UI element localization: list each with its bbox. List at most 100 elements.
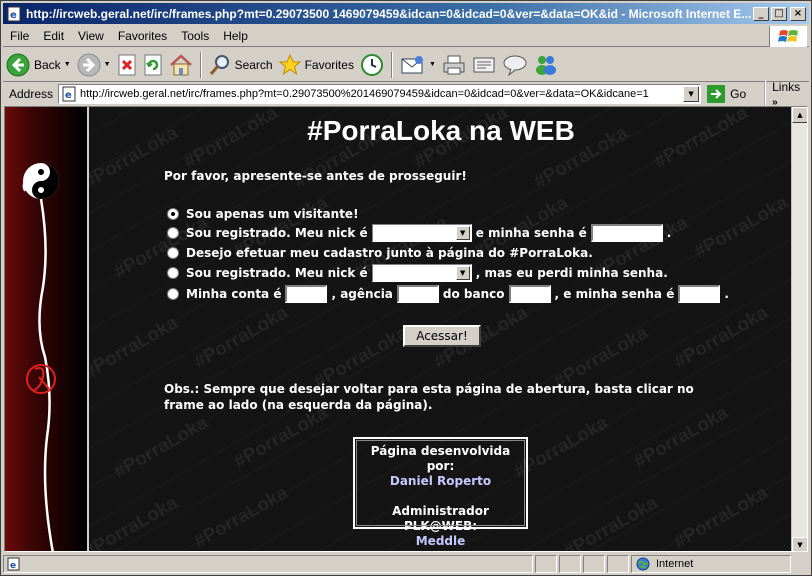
radio-visitor[interactable] [167, 208, 179, 220]
svg-text:e: e [10, 10, 17, 21]
watermark: #PorraLoka [670, 482, 772, 552]
chevron-down-icon: ▼ [455, 226, 470, 240]
watermark: #PorraLoka [89, 492, 182, 552]
edit-page-icon [473, 57, 495, 72]
stop-button[interactable] [114, 51, 140, 79]
forward-button[interactable]: ▼ [74, 51, 114, 79]
menu-tools[interactable]: Tools [174, 29, 216, 43]
period-text: . [666, 226, 672, 240]
go-button[interactable]: Go [707, 85, 746, 103]
lost-password-nick-select[interactable]: ▼ [371, 264, 472, 282]
account-label: Minha conta é [186, 287, 282, 301]
left-nav-frame[interactable] [5, 107, 87, 551]
history-icon [360, 53, 383, 76]
bank-label: do banco [442, 287, 505, 301]
password-label: e minha senha é [475, 226, 587, 240]
security-zone: Internet [631, 555, 791, 573]
favorites-button[interactable]: Favorites [276, 51, 357, 79]
menu-edit[interactable]: Edit [36, 29, 71, 43]
watermark: #PorraLoka [230, 402, 332, 473]
back-button[interactable]: Back ▼ [3, 51, 74, 79]
edit-button[interactable] [469, 51, 499, 79]
address-url: http://ircweb.geral.net/irc/frames.php?m… [80, 88, 649, 100]
agency-label: , agência [331, 287, 393, 301]
content-area: #PorraLoka #PorraLoka #PorraLoka #PorraL… [4, 106, 808, 552]
minimize-button[interactable]: _ [753, 6, 769, 21]
account-password-label: , e minha senha é [554, 287, 675, 301]
nick-select[interactable]: ▼ [371, 224, 472, 242]
refresh-button[interactable] [140, 51, 166, 79]
admin-link[interactable]: Meddle [355, 534, 526, 549]
forward-dropdown-icon[interactable]: ▼ [104, 61, 111, 68]
address-dropdown-icon[interactable]: ▼ [683, 86, 700, 102]
windows-logo-icon [769, 26, 807, 47]
radio-lost-password[interactable] [167, 267, 179, 279]
history-button[interactable] [357, 51, 387, 79]
account-input[interactable] [285, 285, 328, 303]
links-button[interactable]: Links » [764, 80, 809, 108]
page-icon: e [62, 86, 76, 102]
login-prompt: Por favor, apresente-se antes de prosseg… [164, 169, 467, 183]
home-button[interactable] [166, 51, 196, 79]
toolbar-separator [390, 51, 393, 78]
option-registered[interactable]: Sou registrado. Meu nick é ▼ e minha sen… [167, 223, 671, 243]
acessar-button[interactable]: Acessar! [403, 325, 481, 347]
search-button[interactable]: Search [206, 51, 276, 79]
option-lost-password-label: Sou registrado. Meu nick é [186, 266, 368, 280]
mail-button[interactable]: ▼ [397, 51, 439, 79]
mail-dropdown-icon[interactable]: ▼ [429, 61, 436, 68]
menu-help[interactable]: Help [216, 29, 255, 43]
standard-toolbar: Back ▼ ▼ Search Favorites ▼ [3, 48, 809, 82]
svg-text:e: e [10, 561, 16, 571]
address-bar: Address e http://ircweb.geral.net/irc/fr… [3, 80, 809, 108]
menu-file[interactable]: File [3, 29, 36, 43]
watermark: #PorraLoka [110, 412, 212, 483]
address-label: Address [9, 87, 54, 101]
porraloka-logo-icon [22, 163, 59, 551]
go-label: Go [730, 87, 747, 101]
option-lost-password[interactable]: Sou registrado. Meu nick é ▼ , mas eu pe… [167, 263, 668, 283]
watermark: #PorraLoka [630, 402, 732, 473]
password-input[interactable] [590, 224, 663, 242]
back-dropdown-icon[interactable]: ▼ [64, 61, 71, 68]
bank-input[interactable] [508, 285, 551, 303]
option-register-label: Desejo efetuar meu cadastro junto à pági… [186, 246, 593, 260]
watermark: #PorraLoka [670, 302, 772, 373]
watermark: #PorraLoka [690, 192, 792, 263]
observation-note: Obs.: Sempre que desejar voltar para est… [164, 382, 694, 412]
radio-account[interactable] [167, 288, 179, 300]
vertical-scrollbar[interactable]: ▲ ▼ [791, 107, 807, 551]
option-account[interactable]: Minha conta é , agência do banco , e min… [167, 284, 729, 304]
close-button[interactable]: × [790, 6, 806, 21]
address-input[interactable]: e http://ircweb.geral.net/irc/frames.php… [58, 84, 702, 104]
watermark: #PorraLoka [89, 312, 182, 383]
ie-page-icon: e [7, 6, 21, 21]
developed-by-label: Página desenvolvida por: [370, 444, 511, 473]
printer-icon [443, 55, 465, 74]
window-title: http://ircweb.geral.net/irc/frames.php?m… [26, 6, 751, 21]
radio-registered[interactable] [167, 227, 179, 239]
print-button[interactable] [439, 51, 469, 79]
stop-icon [118, 54, 136, 75]
option-visitor[interactable]: Sou apenas um visitante! [167, 204, 359, 224]
option-registered-label: Sou registrado. Meu nick é [186, 226, 368, 240]
watermark: #PorraLoka [190, 302, 292, 373]
browser-window: e http://ircweb.geral.net/irc/frames.php… [0, 0, 812, 576]
discuss-button[interactable] [499, 51, 531, 79]
messenger-button[interactable] [531, 51, 561, 79]
status-bar: e Internet [3, 554, 809, 574]
status-cell [535, 555, 557, 573]
developer-link[interactable]: Daniel Roperto [355, 474, 526, 489]
agency-input[interactable] [396, 285, 439, 303]
discuss-icon [503, 55, 527, 76]
menu-favorites[interactable]: Favorites [111, 29, 174, 43]
option-register[interactable]: Desejo efetuar meu cadastro junto à pági… [167, 243, 593, 263]
menu-view[interactable]: View [71, 29, 111, 43]
back-label: Back [34, 57, 61, 72]
scroll-up-icon[interactable]: ▲ [792, 107, 807, 123]
status-cell [583, 555, 605, 573]
scroll-down-icon[interactable]: ▼ [792, 537, 807, 551]
maximize-button[interactable]: □ [771, 6, 787, 21]
radio-register[interactable] [167, 247, 179, 259]
account-password-input[interactable] [678, 285, 721, 303]
